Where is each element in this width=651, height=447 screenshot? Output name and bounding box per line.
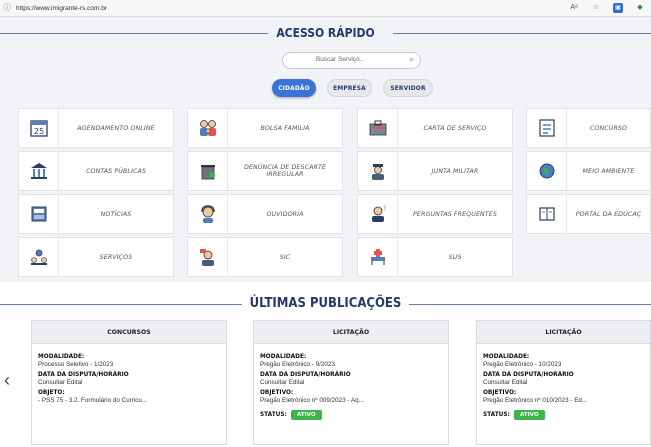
data-label: DATA DA DISPUTA/HORÁRIO xyxy=(260,372,351,378)
status-badge: ATIVO xyxy=(290,410,322,420)
status-row: STATUS: ATIVO xyxy=(483,410,644,420)
modalidade-label: MODALIDADE: xyxy=(260,354,307,360)
tile-carta-de-servico[interactable]: CARTA DE SERVIÇO xyxy=(357,108,513,148)
svg-text:25: 25 xyxy=(33,127,43,136)
public-accounts-icon xyxy=(19,152,59,190)
chevron-left-icon[interactable]: ‹ xyxy=(4,370,10,391)
publication-card-2[interactable]: LICITAÇÃO MODALIDADE: Pregão Eletrônico … xyxy=(253,320,449,445)
ombudsman-icon xyxy=(188,195,228,233)
card-category: CONCURSOS xyxy=(32,321,226,344)
modalidade-label: MODALIDADE: xyxy=(483,354,530,360)
tile-noticias[interactable]: NOTÍCIAS xyxy=(18,194,174,234)
military-icon xyxy=(358,152,398,190)
tile-portal-da-educacao[interactable]: PORTAL DA EDUCAÇ xyxy=(526,194,651,234)
tab-cidadao[interactable]: CIDADÃO xyxy=(272,79,316,97)
modalidade-value: Pregão Eletrônico - 9/2023 xyxy=(260,361,335,368)
tile-denuncia-descarte[interactable]: DENÚNCIA DE DESCARTE IRREGULAR xyxy=(187,151,343,191)
status-label: STATUS: xyxy=(483,412,510,418)
tile-contas-publicas[interactable]: CONTAS PÚBLICAS xyxy=(18,151,174,191)
modalidade-value: Pregão Eletrônico - 10/2023 xyxy=(483,361,562,368)
data-value: Consultar Edital xyxy=(38,379,83,386)
tile-servicos[interactable]: SERVIÇOS xyxy=(18,237,174,277)
sic-icon xyxy=(188,238,228,276)
status-label: STATUS: xyxy=(260,412,287,418)
quick-access-section: ACESSO RÁPIDO Buscar Serviço... ⌕ CIDADÃ… xyxy=(0,17,651,282)
extension-icon-2[interactable]: ◆ xyxy=(635,3,645,13)
audience-tabs: CIDADÃO EMPRESA SERVIDOR xyxy=(272,79,433,97)
family-icon xyxy=(188,109,228,147)
data-label: DATA DA DISPUTA/HORÁRIO xyxy=(483,372,574,378)
tile-junta-militar[interactable]: JUNTA MILITAR xyxy=(357,151,513,191)
tile-ouvidoria[interactable]: OUVIDORIA xyxy=(187,194,343,234)
browser-address-bar[interactable]: ⓘ https://www.imigrante-rs.com.br Aᵃ ☆ ▣… xyxy=(0,0,651,17)
tile-bolsa-familia[interactable]: BOLSA FAMÍLIA xyxy=(187,108,343,148)
faq-icon: ? xyxy=(358,195,398,233)
favorites-icon[interactable]: ☆ xyxy=(591,3,601,13)
data-label: DATA DA DISPUTA/HORÁRIO xyxy=(38,372,129,378)
search-icon[interactable]: ⌕ xyxy=(410,55,414,65)
tile-concurso[interactable]: CONCURSO xyxy=(526,108,651,148)
trash-report-icon xyxy=(188,152,228,190)
tile-agendamento-online[interactable]: 25 AGENDAMENTO ONLINE xyxy=(18,108,174,148)
tab-servidor[interactable]: SERVIDOR xyxy=(383,79,433,97)
publication-card-1[interactable]: CONCURSOS MODALIDADE: Processo Seletivo … xyxy=(31,320,227,445)
modalidade-label: MODALIDADE: xyxy=(38,354,85,360)
tile-sus[interactable]: SUS xyxy=(357,237,513,277)
search-placeholder: Buscar Serviço... xyxy=(315,56,366,63)
objeto-label: OBJETIVO: xyxy=(260,390,294,396)
health-icon xyxy=(358,238,398,276)
objeto-label: OBJETO: xyxy=(38,390,65,396)
extension-icon[interactable]: ▣ xyxy=(613,3,623,13)
environment-icon xyxy=(527,152,567,190)
news-icon xyxy=(19,195,59,233)
objeto-value: - PSS 75 - 3.2. Formulário do Curricu... xyxy=(38,397,148,404)
education-portal-icon xyxy=(527,195,567,233)
objeto-value: Pregão Eletrônico nº 009/2023 - Aq... xyxy=(260,397,364,404)
services-icon xyxy=(19,238,59,276)
publications-title: ÚLTIMAS PUBLICAÇÕES xyxy=(0,296,651,311)
publication-card-3[interactable]: LICITAÇÃO MODALIDADE: Pregão Eletrônico … xyxy=(476,320,651,445)
exam-icon xyxy=(527,109,567,147)
card-category: LICITAÇÃO xyxy=(254,321,448,344)
read-aloud-icon[interactable]: Aᵃ xyxy=(569,3,579,13)
objeto-label: OBJETIVO: xyxy=(483,390,517,396)
info-icon[interactable]: ⓘ xyxy=(2,3,12,13)
data-value: Consultar Edital xyxy=(483,379,528,386)
tab-empresa[interactable]: EMPRESA xyxy=(327,79,372,97)
url-text[interactable]: https://www.imigrante-rs.com.br xyxy=(16,5,107,12)
status-badge: ATIVO xyxy=(513,410,545,420)
search-input[interactable]: Buscar Serviço... ⌕ xyxy=(282,52,421,69)
status-row: STATUS: ATIVO xyxy=(260,410,442,420)
svg-text:?: ? xyxy=(383,205,386,212)
calendar-icon: 25 xyxy=(19,109,59,147)
data-value: Consultar Edital xyxy=(260,379,305,386)
tile-perguntas-frequentes[interactable]: ? PERGUNTAS FREQUENTES xyxy=(357,194,513,234)
tile-meio-ambiente[interactable]: MEIO AMBIENTE xyxy=(526,151,651,191)
service-letter-icon xyxy=(358,109,398,147)
section-title: ACESSO RÁPIDO xyxy=(0,26,651,40)
objeto-value: Pregão Eletrônico nº 010/2023 - Ed... xyxy=(483,397,588,404)
card-category: LICITAÇÃO xyxy=(477,321,650,344)
tile-sic[interactable]: SIC xyxy=(187,237,343,277)
modalidade-value: Processo Seletivo - 1/2023 xyxy=(38,361,114,368)
